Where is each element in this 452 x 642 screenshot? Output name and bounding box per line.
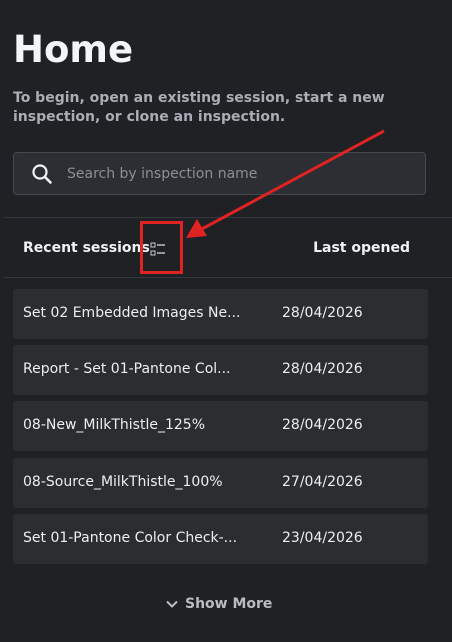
session-name: Report - Set 01-Pantone Col... bbox=[23, 361, 231, 377]
search-input[interactable] bbox=[65, 164, 413, 183]
header-bottom-divider bbox=[4, 277, 452, 278]
session-name: Set 01-Pantone Color Check-... bbox=[23, 530, 238, 546]
show-more-button[interactable]: Show More bbox=[165, 596, 272, 612]
session-row[interactable]: 08-Source_MilkThistle_100% 27/04/2026 bbox=[13, 458, 428, 508]
search-box[interactable] bbox=[13, 152, 426, 195]
search-icon bbox=[31, 163, 53, 185]
annotation-highlight-box bbox=[140, 221, 183, 274]
column-header-recent-sessions[interactable]: Recent sessions bbox=[23, 240, 150, 256]
session-name: 08-Source_MilkThistle_100% bbox=[23, 474, 223, 490]
session-row[interactable]: Set 01-Pantone Color Check-... 23/04/202… bbox=[13, 514, 428, 564]
session-last-opened: 23/04/2026 bbox=[282, 530, 363, 546]
session-row[interactable]: Set 02 Embedded Images Ne... 28/04/2026 bbox=[13, 289, 428, 339]
session-row[interactable]: 08-New_MilkThistle_125% 28/04/2026 bbox=[13, 401, 428, 451]
session-last-opened: 28/04/2026 bbox=[282, 361, 363, 377]
header-top-divider bbox=[4, 217, 452, 218]
column-header-last-opened[interactable]: Last opened bbox=[313, 240, 410, 256]
session-name: Set 02 Embedded Images Ne... bbox=[23, 305, 241, 321]
show-more-label: Show More bbox=[185, 596, 273, 612]
session-row[interactable]: Report - Set 01-Pantone Col... 28/04/202… bbox=[13, 345, 428, 395]
chevron-down-icon bbox=[165, 597, 179, 611]
session-last-opened: 27/04/2026 bbox=[282, 474, 363, 490]
session-last-opened: 28/04/2026 bbox=[282, 417, 363, 433]
session-last-opened: 28/04/2026 bbox=[282, 305, 363, 321]
session-name: 08-New_MilkThistle_125% bbox=[23, 417, 205, 433]
page-subtitle: To begin, open an existing session, star… bbox=[13, 90, 385, 125]
page-title: Home bbox=[13, 28, 134, 71]
